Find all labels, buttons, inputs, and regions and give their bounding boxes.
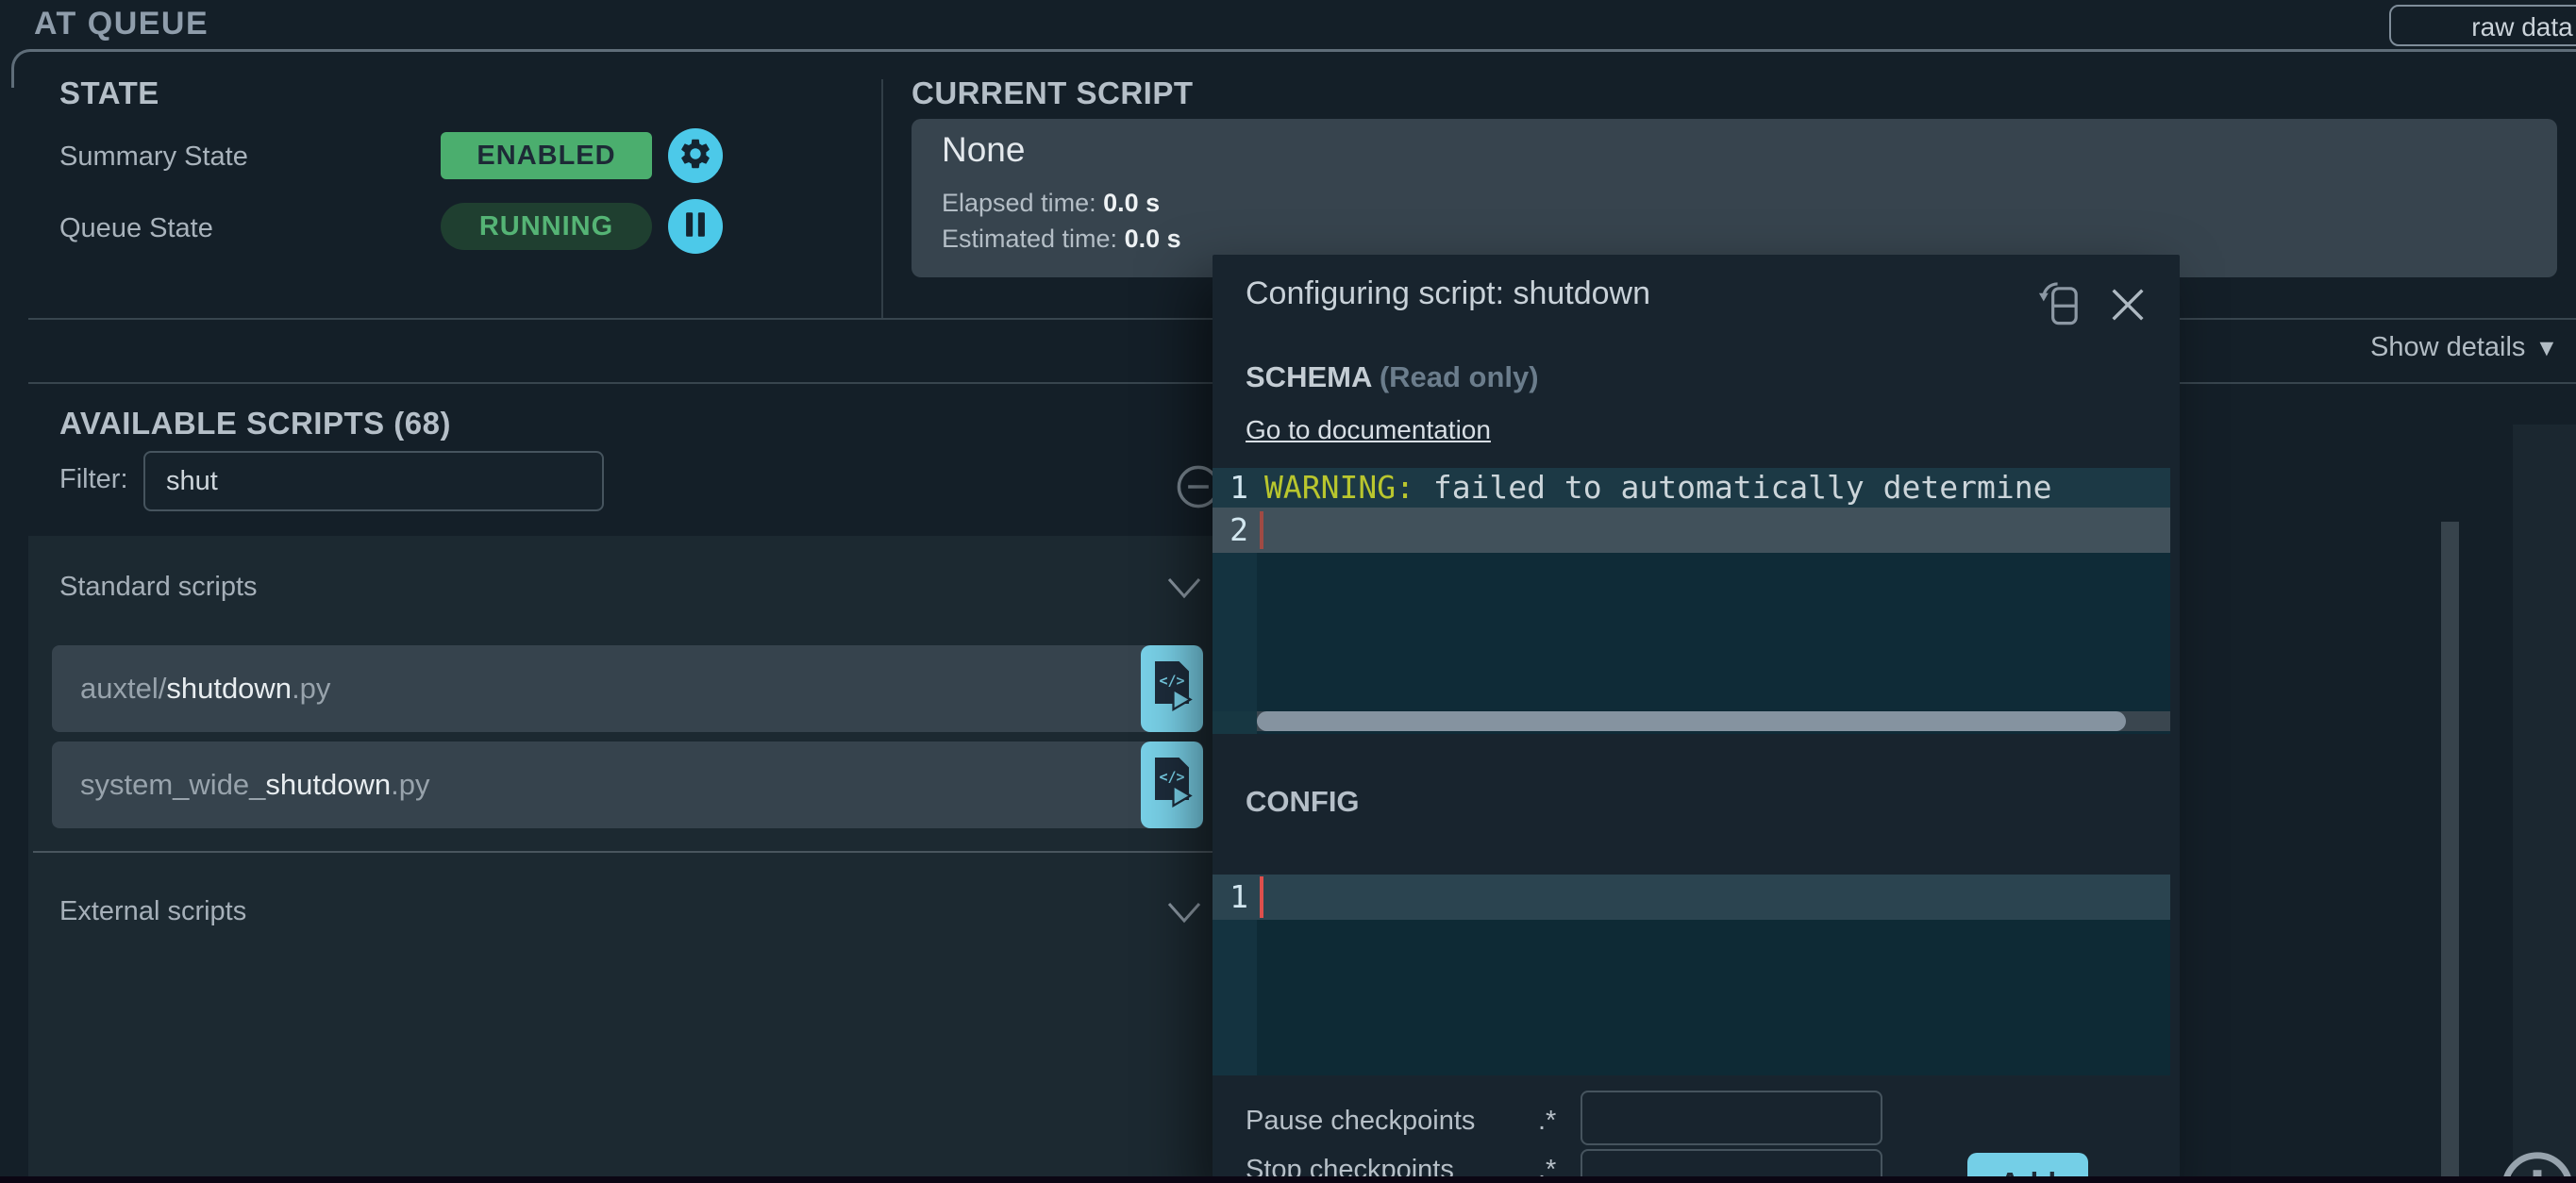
chevron-down-icon[interactable] xyxy=(1165,900,1203,926)
summary-state-config-button[interactable] xyxy=(668,128,723,183)
scrollbar-thumb[interactable] xyxy=(1257,711,2126,731)
window-bottom-edge xyxy=(0,1176,2576,1183)
elapsed-time: Elapsed time: 0.0 s xyxy=(942,189,1160,218)
pause-icon xyxy=(679,208,711,245)
script-launch-icon: </> xyxy=(1149,754,1195,817)
editor-line-active: 2 xyxy=(1213,508,2170,553)
modal-title: Configuring script: shutdown xyxy=(1246,275,1650,312)
right-panel-edge xyxy=(2513,425,2576,1183)
at-queue-page: AT QUEUE raw data STATE Summary State EN… xyxy=(0,0,2576,1183)
config-editor[interactable]: 1 xyxy=(1213,875,2170,1075)
standard-scripts-group[interactable]: Standard scripts xyxy=(59,572,258,603)
close-icon[interactable] xyxy=(2106,283,2149,331)
script-launch-icon: </> xyxy=(1149,658,1195,721)
configure-script-button[interactable]: </> xyxy=(1141,645,1203,732)
warning-token: WARNING: xyxy=(1264,469,1414,506)
editor-line: 1 WARNING: failed to automatically deter… xyxy=(1213,468,2170,508)
documentation-link[interactable]: Go to documentation xyxy=(1246,415,1491,445)
current-script-heading: CURRENT SCRIPT xyxy=(912,75,1194,111)
vertical-scrollbar[interactable] xyxy=(2441,522,2459,1183)
script-row-system-wide-shutdown[interactable]: system_wide_shutdown.py </> xyxy=(52,741,1203,828)
text-cursor xyxy=(1260,511,1263,549)
script-row-auxtel-shutdown[interactable]: auxtel/shutdown.py </> xyxy=(52,645,1203,732)
external-scripts-group[interactable]: External scripts xyxy=(59,896,246,927)
page-title: AT QUEUE xyxy=(34,6,209,42)
configure-script-button[interactable]: </> xyxy=(1141,741,1203,828)
state-heading: STATE xyxy=(59,75,159,111)
editor-line-active: 1 xyxy=(1213,875,2170,920)
raw-data-button[interactable]: raw data xyxy=(2389,5,2576,46)
filter-input[interactable] xyxy=(143,451,604,511)
current-script-name: None xyxy=(942,130,1025,170)
show-details-toggle[interactable]: Show details▼ xyxy=(2370,332,2558,363)
resize-rotate-icon[interactable] xyxy=(2036,279,2083,335)
queue-pause-button[interactable] xyxy=(668,199,723,254)
svg-text:</>: </> xyxy=(1160,768,1185,785)
script-name: auxtel/shutdown.py xyxy=(80,645,330,732)
schema-editor[interactable]: 1 WARNING: failed to automatically deter… xyxy=(1213,468,2170,734)
configure-script-modal: Configuring script: shutdown SCHEMA (Rea… xyxy=(1213,255,2180,1183)
pause-checkpoints-input[interactable] xyxy=(1581,1091,1882,1145)
state-current-divider xyxy=(881,79,883,319)
text-cursor xyxy=(1260,876,1263,918)
horizontal-scrollbar[interactable] xyxy=(1257,711,2170,731)
summary-state-label: Summary State xyxy=(59,142,248,173)
svg-text:</>: </> xyxy=(1160,672,1185,689)
queue-state-badge: RUNNING xyxy=(441,203,652,250)
chevron-down-icon[interactable] xyxy=(1165,575,1203,602)
available-scripts-heading: AVAILABLE SCRIPTS (68) xyxy=(59,406,451,442)
gear-icon xyxy=(677,136,713,176)
summary-state-badge: ENABLED xyxy=(441,132,652,179)
chevron-down-icon: ▼ xyxy=(2534,335,2558,361)
estimated-time: Estimated time: 0.0 s xyxy=(942,225,1181,254)
queue-state-label: Queue State xyxy=(59,213,213,244)
filter-label: Filter: xyxy=(59,464,128,495)
pause-checkpoints-hint: .* xyxy=(1538,1106,1556,1137)
pause-checkpoints-label: Pause checkpoints xyxy=(1246,1106,1475,1137)
current-script-panel: None Elapsed time: 0.0 s Estimated time:… xyxy=(912,119,2557,277)
config-heading: CONFIG xyxy=(1246,785,1360,819)
script-name: system_wide_shutdown.py xyxy=(80,741,430,828)
schema-heading: SCHEMA (Read only) xyxy=(1246,360,1539,394)
panel-border xyxy=(11,49,2576,88)
